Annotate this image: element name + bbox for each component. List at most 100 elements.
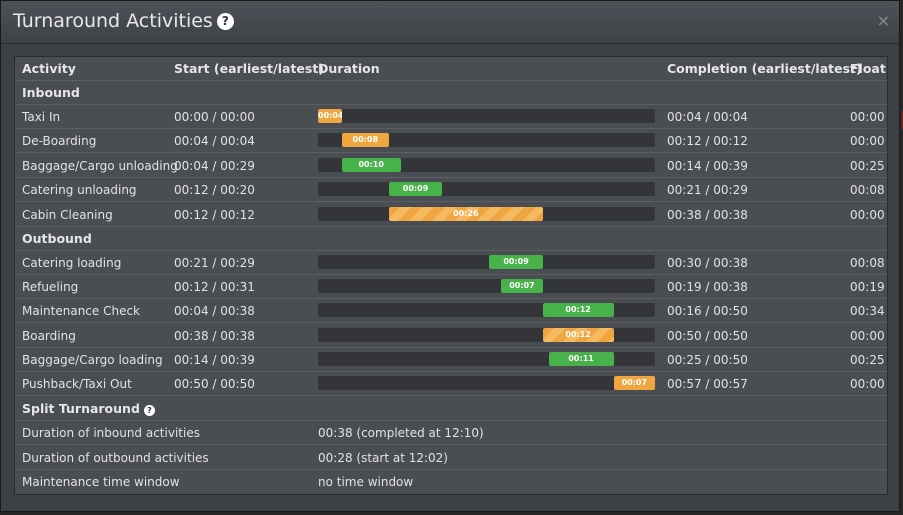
activity-float: 00:19 bbox=[850, 280, 885, 295]
activity-completion: 00:12 / 00:12 bbox=[667, 134, 748, 149]
table-header: Activity Start (earliest/latest) Duratio… bbox=[15, 57, 887, 81]
split-row: Duration of inbound activities 00:38 (com… bbox=[15, 421, 887, 445]
duration-bar[interactable]: 00:11 bbox=[548, 351, 614, 366]
help-icon[interactable]: ? bbox=[216, 13, 234, 30]
activity-start: 00:14 / 00:39 bbox=[174, 352, 255, 367]
split-row: Maintenance time window no time window bbox=[15, 470, 887, 494]
activity-completion: 00:16 / 00:50 bbox=[667, 304, 748, 319]
split-label: Maintenance time window bbox=[22, 475, 180, 489]
col-float: Float bbox=[850, 61, 886, 76]
col-duration: Duration bbox=[318, 61, 380, 76]
activity-row[interactable]: Boarding 00:38 / 00:38 00:12 00:50 / 00:50 0… bbox=[15, 324, 887, 348]
col-completion: Completion (earliest/latest) bbox=[667, 61, 862, 76]
duration-track: 00:07 bbox=[318, 376, 655, 390]
duration-bar[interactable]: 00:09 bbox=[388, 182, 443, 197]
activity-completion: 00:04 / 00:04 bbox=[667, 110, 748, 124]
activity-name: Cabin Cleaning bbox=[22, 207, 113, 222]
activity-row[interactable]: Catering loading 00:21 / 00:29 00:09 00:30 … bbox=[15, 251, 887, 275]
activity-name: Baggage/Cargo loading bbox=[22, 352, 163, 367]
activity-start: 00:12 / 00:12 bbox=[174, 207, 255, 222]
group-split-turnaround: Split Turnaround? bbox=[15, 397, 887, 421]
dialog-title-text: Turnaround Activities bbox=[13, 10, 213, 32]
split-row: Duration of outbound activities 00:28 (st… bbox=[15, 446, 887, 470]
duration-track: 00:09 bbox=[318, 182, 655, 197]
duration-bar[interactable]: 00:07 bbox=[501, 279, 543, 294]
activity-start: 00:00 / 00:00 bbox=[174, 110, 255, 124]
split-value: 00:28 (start at 12:02) bbox=[318, 450, 448, 465]
col-start: Start (earliest/latest) bbox=[174, 61, 325, 76]
activity-completion: 00:50 / 00:50 bbox=[667, 328, 748, 343]
group-inbound: Inbound bbox=[15, 81, 887, 105]
duration-bar[interactable]: 00:07 bbox=[613, 376, 655, 390]
duration-track: 00:07 bbox=[318, 279, 655, 294]
activity-completion: 00:38 / 00:38 bbox=[667, 207, 748, 222]
activity-completion: 00:30 / 00:38 bbox=[667, 256, 748, 270]
activity-start: 00:04 / 00:04 bbox=[174, 134, 255, 149]
activity-float: 00:25 bbox=[850, 352, 885, 367]
duration-bar[interactable]: 00:26 bbox=[388, 206, 543, 221]
activity-row[interactable]: Catering unloading 00:12 / 00:20 00:09 00:2… bbox=[15, 178, 887, 203]
activity-float: 00:00 bbox=[850, 377, 885, 391]
activity-row[interactable]: Pushback/Taxi Out 00:50 / 00:50 00:07 00:57… bbox=[15, 372, 887, 396]
activity-float: 00:08 bbox=[850, 183, 885, 198]
activity-float: 00:00 bbox=[850, 110, 885, 124]
duration-bar[interactable]: 00:12 bbox=[542, 327, 614, 342]
activity-float: 00:08 bbox=[850, 256, 885, 270]
activity-row[interactable]: Refueling 00:12 / 00:31 00:07 00:19 / 00:38… bbox=[15, 275, 887, 300]
col-activity: Activity bbox=[22, 61, 76, 76]
duration-track: 00:26 bbox=[318, 206, 655, 221]
group-outbound-label: Outbound bbox=[22, 231, 92, 246]
duration-bar[interactable]: 00:12 bbox=[542, 303, 614, 318]
split-value: 00:38 (completed at 12:10) bbox=[318, 426, 484, 440]
duration-bar[interactable]: 00:04 bbox=[318, 109, 342, 123]
activity-completion: 00:25 / 00:50 bbox=[667, 352, 748, 367]
duration-bar[interactable]: 00:10 bbox=[341, 157, 401, 172]
activity-name: Boarding bbox=[22, 328, 76, 343]
activity-row[interactable]: De-Boarding 00:04 / 00:04 00:08 00:12 / 00:… bbox=[15, 129, 887, 154]
activity-row[interactable]: Taxi In 00:00 / 00:00 00:04 00:04 / 00:04 00… bbox=[15, 105, 887, 129]
duration-bar[interactable]: 00:09 bbox=[489, 255, 543, 269]
activity-start: 00:12 / 00:31 bbox=[174, 280, 255, 295]
activity-completion: 00:57 / 00:57 bbox=[667, 377, 748, 391]
group-split-label: Split Turnaround? bbox=[22, 397, 155, 421]
activity-name: Refueling bbox=[22, 280, 79, 295]
activity-float: 00:25 bbox=[850, 158, 885, 173]
duration-track: 00:11 bbox=[318, 351, 655, 366]
activity-float: 00:00 bbox=[850, 328, 885, 343]
activity-completion: 00:14 / 00:39 bbox=[667, 158, 748, 173]
activity-row[interactable]: Maintenance Check 00:04 / 00:38 00:12 00:16… bbox=[15, 299, 887, 324]
activity-completion: 00:19 / 00:38 bbox=[667, 280, 748, 295]
duration-track: 00:12 bbox=[318, 303, 655, 318]
duration-track: 00:08 bbox=[318, 133, 655, 148]
activity-start: 00:04 / 00:29 bbox=[174, 158, 255, 173]
close-icon[interactable]: × bbox=[877, 11, 890, 30]
activity-completion: 00:21 / 00:29 bbox=[667, 183, 748, 198]
activity-name: Pushback/Taxi Out bbox=[22, 377, 132, 391]
activities-table: Activity Start (earliest/latest) Duratio… bbox=[14, 56, 888, 495]
group-outbound: Outbound bbox=[15, 227, 887, 251]
dialog-title: Turnaround Activities? bbox=[13, 10, 234, 32]
duration-bar[interactable]: 00:08 bbox=[341, 133, 389, 148]
split-label: Duration of inbound activities bbox=[22, 426, 200, 440]
activity-start: 00:38 / 00:38 bbox=[174, 328, 255, 343]
activity-row[interactable]: Baggage/Cargo loading 00:14 / 00:39 00:11 0… bbox=[15, 348, 887, 372]
group-inbound-label: Inbound bbox=[22, 85, 80, 100]
activity-row[interactable]: Baggage/Cargo unloading 00:04 / 00:29 00:1… bbox=[15, 154, 887, 178]
turnaround-dialog: Turnaround Activities? × Activity Start … bbox=[0, 0, 903, 512]
split-label: Duration of outbound activities bbox=[22, 450, 209, 465]
activity-start: 00:12 / 00:20 bbox=[174, 183, 255, 198]
activity-start: 00:04 / 00:38 bbox=[174, 304, 255, 319]
duration-track: 00:10 bbox=[318, 157, 655, 172]
activity-row[interactable]: Cabin Cleaning 00:12 / 00:12 00:26 00:38 / … bbox=[15, 203, 887, 227]
group-split-text: Split Turnaround bbox=[22, 401, 140, 416]
duration-track: 00:04 bbox=[318, 109, 655, 123]
activity-start: 00:21 / 00:29 bbox=[174, 256, 255, 270]
split-value: no time window bbox=[318, 475, 414, 489]
duration-track: 00:12 bbox=[318, 327, 655, 342]
activity-float: 00:34 bbox=[850, 304, 885, 319]
activity-start: 00:50 / 00:50 bbox=[174, 377, 255, 391]
duration-track: 00:09 bbox=[318, 255, 655, 269]
split-help-icon[interactable]: ? bbox=[143, 405, 155, 416]
activity-name: Maintenance Check bbox=[22, 304, 141, 319]
title-bar: Turnaround Activities? × bbox=[1, 1, 899, 44]
